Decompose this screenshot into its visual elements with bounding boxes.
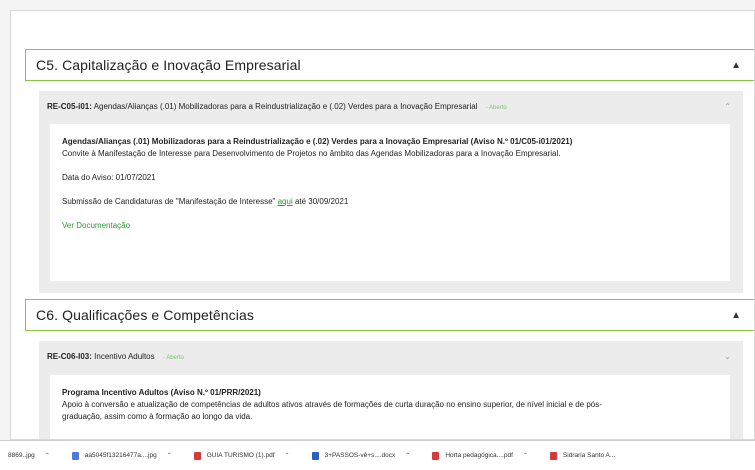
subsection-re-c06-i03: RE-C06-I03: Incentivo Adultos - Aberto ⌄… <box>39 341 743 439</box>
download-file-name: Horta pedagógica....pdf <box>445 452 513 459</box>
subsection-label: Agendas/Alianças (.01) Mobilizadoras par… <box>93 101 478 111</box>
file-pdf-icon <box>193 451 201 460</box>
download-item[interactable]: 8869..jpg ⌃ <box>8 452 50 459</box>
subsection-code: RE-C06-I03: <box>47 351 92 361</box>
file-pdf-icon <box>432 451 440 460</box>
content-description-line2: graduação, assim como à formação ao long… <box>62 412 253 421</box>
subsection-label: Incentivo Adultos <box>94 351 155 361</box>
download-bar: 8869..jpg ⌃ aa5045f13216477a....jpg ⌃ GU… <box>0 440 755 470</box>
download-item[interactable]: Sidraria Santo A... <box>549 451 616 460</box>
download-file-name: 3+PASSOS-vê+s....docx <box>324 452 396 459</box>
download-item[interactable]: GUIA TURISMO (1).pdf ⌃ <box>193 451 290 460</box>
subsection-header[interactable]: RE-C06-I03: Incentivo Adultos - Aberto ⌄ <box>39 341 743 371</box>
chevron-down-icon[interactable]: ⌄ <box>724 352 731 361</box>
submission-suffix: até 30/09/2021 <box>292 197 349 206</box>
content-heading: Agendas/Alianças (.01) Mobilizadoras par… <box>62 137 573 146</box>
content-heading: Programa Incentivo Adultos (Aviso N.º 01… <box>62 388 261 397</box>
submission-prefix: Submissão de Candidaturas de "Manifestaç… <box>62 197 278 206</box>
subsection-re-c05-i01: RE-C05-i01: Agendas/Alianças (.01) Mobil… <box>39 91 743 293</box>
submission-text: Submissão de Candidaturas de "Manifestaç… <box>62 196 718 208</box>
content-description-line1: Apoio à conversão e atualização de compe… <box>62 400 602 409</box>
file-pdf-icon <box>549 451 557 460</box>
subsection-header[interactable]: RE-C05-i01: Agendas/Alianças (.01) Mobil… <box>39 91 743 121</box>
section-c5-header[interactable]: C5. Capitalização e Inovação Empresarial… <box>25 49 754 81</box>
chevron-up-icon[interactable]: ⌃ <box>45 452 50 459</box>
chevron-up-icon[interactable]: ⌃ <box>405 452 410 459</box>
download-file-name: aa5045f13216477a....jpg <box>84 452 157 459</box>
documentation-link[interactable]: Ver Documentação <box>62 221 130 230</box>
subsection-code: RE-C05-i01: <box>47 101 92 111</box>
download-file-name: 8869..jpg <box>8 452 35 459</box>
chevron-up-icon[interactable]: ⌃ <box>724 102 731 111</box>
chevron-up-icon[interactable]: ⌃ <box>167 452 172 459</box>
submission-link[interactable]: aqui <box>278 197 293 206</box>
download-item[interactable]: Horta pedagógica....pdf ⌃ <box>432 451 528 460</box>
page-card: C5. Capitalização e Inovação Empresarial… <box>10 10 755 440</box>
chevron-up-icon[interactable]: ▲ <box>731 60 741 71</box>
section-title: C6. Qualificações e Competências <box>36 307 254 323</box>
chevron-up-icon[interactable]: ▲ <box>731 310 741 321</box>
chevron-up-icon[interactable]: ⌃ <box>523 452 528 459</box>
section-c6-header[interactable]: C6. Qualificações e Competências ▲ <box>25 299 754 331</box>
status-badge: - Aberto <box>162 354 184 361</box>
content-description: Convite à Manifestação de Interesse para… <box>62 149 561 158</box>
download-item[interactable]: 3+PASSOS-vê+s....docx ⌃ <box>311 451 410 460</box>
subsection-content: Agendas/Alianças (.01) Mobilizadoras par… <box>50 124 730 281</box>
file-word-icon <box>311 451 319 460</box>
download-file-name: GUIA TURISMO (1).pdf <box>206 452 275 459</box>
status-badge: - Aberto <box>485 104 507 111</box>
section-title: C5. Capitalização e Inovação Empresarial <box>36 57 301 73</box>
chevron-up-icon[interactable]: ⌃ <box>285 452 290 459</box>
file-image-icon <box>71 451 79 460</box>
notice-date: Data do Aviso: 01/07/2021 <box>62 173 156 182</box>
download-file-name: Sidraria Santo A... <box>562 452 616 459</box>
download-item[interactable]: aa5045f13216477a....jpg ⌃ <box>71 451 172 460</box>
subsection-content: Programa Incentivo Adultos (Aviso N.º 01… <box>50 375 730 439</box>
